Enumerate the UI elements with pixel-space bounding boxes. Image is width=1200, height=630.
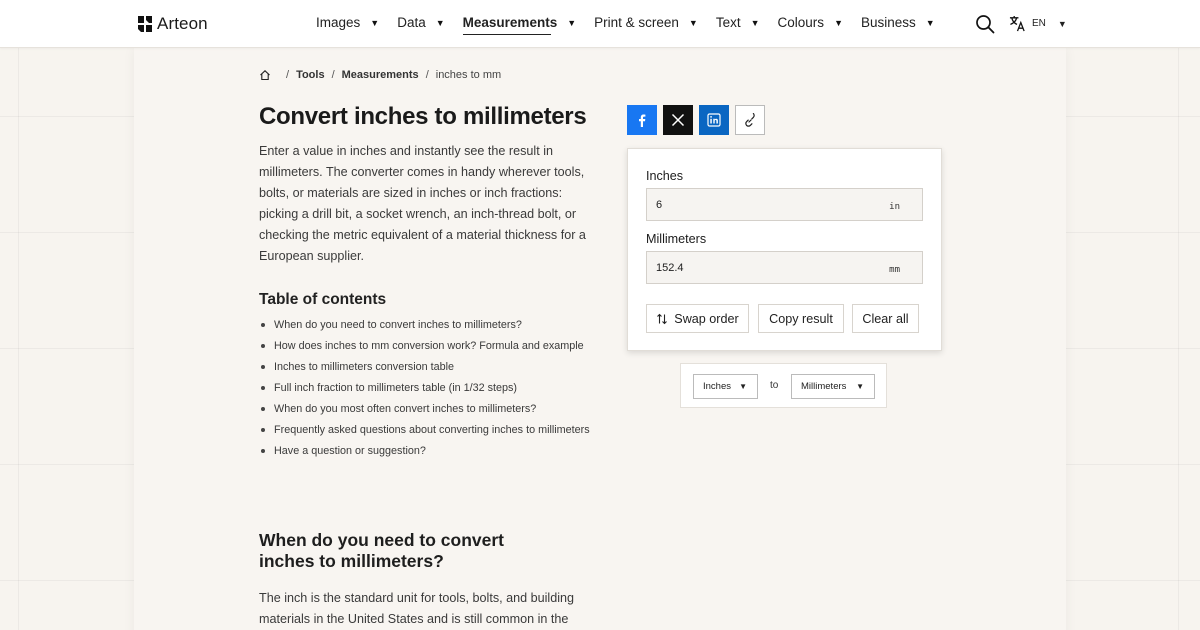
menu-item-label: Text <box>715 15 741 30</box>
menu-item-label: Data <box>397 15 426 30</box>
menu-item-business[interactable]: Business ▼ <box>861 15 935 30</box>
link-icon <box>745 113 755 127</box>
breadcrumb: / Tools / Measurements / inches to mm <box>259 69 501 81</box>
menu-item-data[interactable]: Data ▼ <box>397 15 444 30</box>
caret-down-icon: ▼ <box>688 17 698 28</box>
swap-vertical-icon <box>657 313 668 324</box>
x-icon <box>671 113 685 127</box>
caret-down-icon: ▼ <box>834 17 843 28</box>
share-x-button[interactable] <box>663 105 693 135</box>
share-facebook-button[interactable] <box>627 105 657 135</box>
menu-item-measurements[interactable]: Measurements ▼ <box>462 15 577 35</box>
menu-item-text[interactable]: Text ▼ <box>716 15 760 30</box>
caret-down-icon: ▼ <box>925 17 935 28</box>
to-unit-select[interactable]: Millimeters ▼ <box>791 374 875 399</box>
menu-item-print-screen[interactable]: Print & screen ▼ <box>594 15 698 30</box>
from-unit-value: Inches <box>703 381 731 392</box>
inches-field-label: Inches <box>646 169 684 183</box>
caret-down-icon: ▼ <box>856 382 864 391</box>
brand-name: Arteon <box>157 14 208 33</box>
toc-item[interactable]: Inches to millimeters conversion table <box>259 360 604 374</box>
menu-item-images[interactable]: Images ▼ <box>316 15 379 30</box>
swap-order-label: Swap order <box>674 311 739 326</box>
facebook-icon <box>639 114 646 127</box>
breadcrumb-separator: / <box>425 69 429 81</box>
menu-item-label: Measurements <box>462 15 558 30</box>
table-of-contents: When do you need to convert inches to mi… <box>259 318 604 465</box>
clear-all-button[interactable]: Clear all <box>852 304 919 333</box>
millimeters-input-value: 152.4 <box>656 262 684 274</box>
breadcrumb-current: inches to mm <box>435 69 502 81</box>
caret-down-icon: ▼ <box>739 382 747 391</box>
top-nav: Arteon Images ▼ Data ▼ Measurements ▼ Pr… <box>0 0 1200 48</box>
inches-input[interactable]: 6 in <box>646 188 923 221</box>
copy-result-button[interactable]: Copy result <box>758 304 844 333</box>
to-unit-value: Millimeters <box>801 381 847 392</box>
inches-unit-suffix: in <box>889 202 900 212</box>
menu-item-colours[interactable]: Colours ▼ <box>778 15 843 30</box>
page-title: Convert inches to millimeters <box>259 103 587 130</box>
menu-item-label: Business <box>860 15 916 30</box>
swap-order-button[interactable]: Swap order <box>646 304 749 333</box>
caret-down-icon: ▼ <box>435 17 445 28</box>
menu-item-label: Print & screen <box>594 15 679 30</box>
toc-item[interactable]: When do you most often convert inches to… <box>259 402 604 416</box>
toc-item[interactable]: How does inches to mm conversion work? F… <box>259 339 604 353</box>
search-icon <box>976 15 995 34</box>
linkedin-icon <box>707 113 721 127</box>
toc-item[interactable]: When do you need to convert inches to mi… <box>259 318 604 332</box>
share-buttons <box>627 105 765 135</box>
brand-logo[interactable]: Arteon <box>137 14 208 34</box>
home-icon[interactable] <box>259 69 271 81</box>
breadcrumb-separator: / <box>331 69 335 81</box>
language-selector[interactable]: EN ▼ <box>1009 15 1067 32</box>
menu-item-label: Images <box>316 15 361 30</box>
unit-selector: Inches ▼ to Millimeters ▼ <box>680 363 887 408</box>
caret-down-icon: ▼ <box>1057 18 1067 29</box>
breadcrumb-measurements[interactable]: Measurements <box>342 69 419 81</box>
share-linkedin-button[interactable] <box>699 105 729 135</box>
breadcrumb-separator: / <box>286 69 290 81</box>
search-button[interactable] <box>975 14 995 34</box>
unit-converter: Inches 6 in Millimeters 152.4 mm Swap or… <box>627 148 942 351</box>
copy-link-button[interactable] <box>735 105 765 135</box>
intro-paragraph: Enter a value in inches and instantly se… <box>259 144 586 263</box>
breadcrumb-tools[interactable]: Tools <box>296 69 325 81</box>
main-menu: Images ▼ Data ▼ Measurements ▼ Print & s… <box>316 15 953 35</box>
caret-down-icon: ▼ <box>567 17 577 28</box>
millimeters-input[interactable]: 152.4 mm <box>646 251 923 284</box>
copy-result-label: Copy result <box>769 311 833 326</box>
toc-item[interactable]: Frequently asked questions about convert… <box>259 423 604 437</box>
toc-item[interactable]: Have a question or suggestion? <box>259 444 604 458</box>
brand-logo-icon <box>138 16 152 32</box>
clear-all-label: Clear all <box>862 311 909 326</box>
to-label: to <box>770 380 779 391</box>
language-code: EN <box>1032 18 1046 29</box>
translate-icon <box>1009 15 1025 32</box>
toc-item[interactable]: Full inch fraction to millimeters table … <box>259 381 604 395</box>
caret-down-icon: ▼ <box>370 17 380 28</box>
content-card: / Tools / Measurements / inches to mm Co… <box>134 48 1066 630</box>
caret-down-icon: ▼ <box>750 17 760 28</box>
from-unit-select[interactable]: Inches ▼ <box>693 374 758 399</box>
menu-item-label: Colours <box>777 15 825 30</box>
section-heading: When do you need to convert inches to mi… <box>259 530 505 571</box>
inches-input-value: 6 <box>656 199 663 211</box>
section-paragraph: The inch is the standard unit for tools,… <box>259 591 575 626</box>
millimeters-field-label: Millimeters <box>646 232 707 246</box>
millimeters-unit-suffix: mm <box>889 265 900 275</box>
toc-title: Table of contents <box>259 291 387 308</box>
